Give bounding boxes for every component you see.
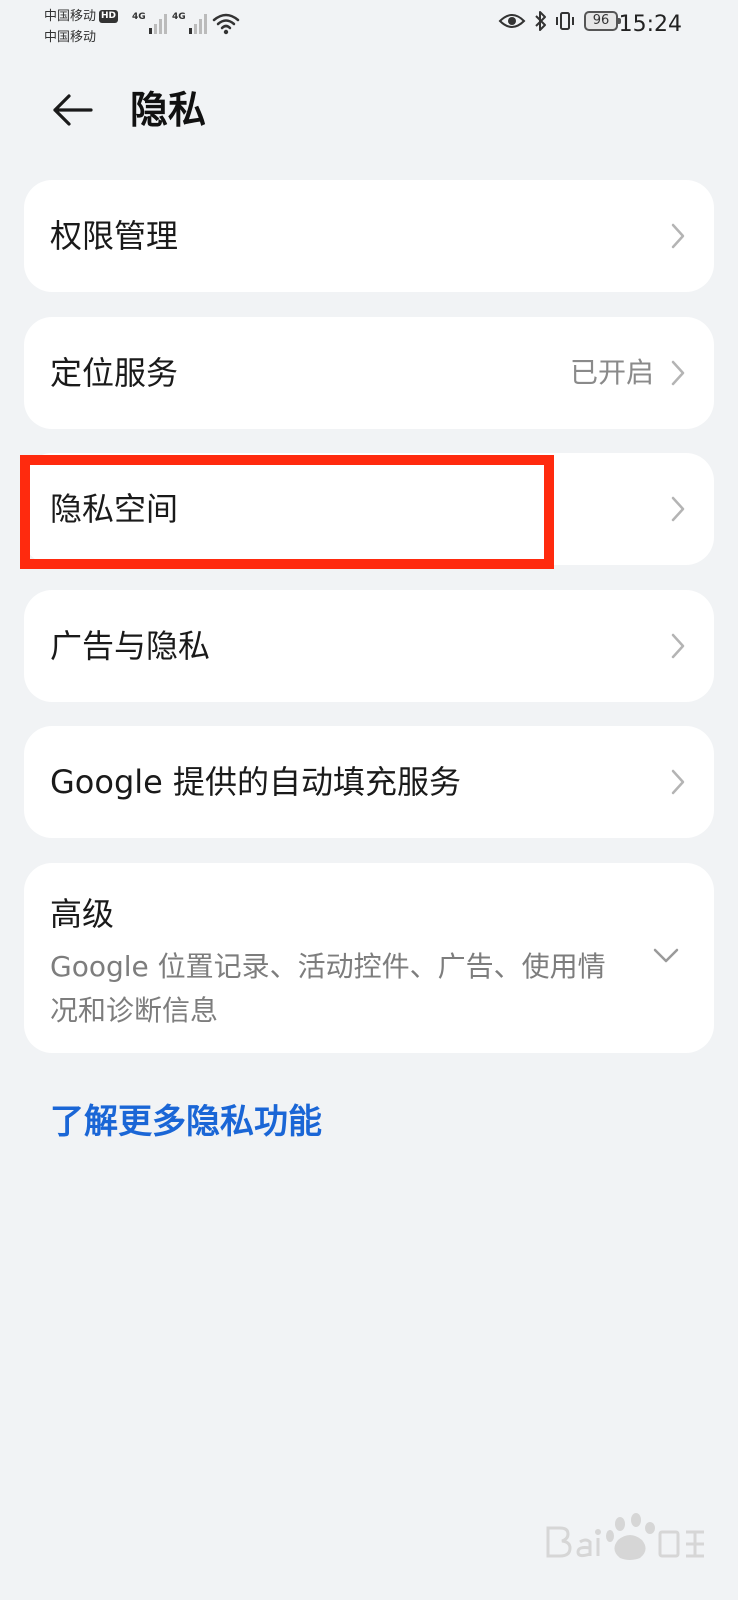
status-bar: 中国移动 HD 中国移动 4G 4G 96 15:24 [0,0,738,60]
private-space-item[interactable]: 隐私空间 [24,453,714,565]
back-arrow-icon [53,94,93,126]
signal-icon: 4G [132,12,167,34]
advanced-item[interactable]: 高级 Google 位置记录、活动控件、广告、使用情况和诊断信息 [24,863,714,1053]
location-services-status: 已开启 [569,356,654,389]
eye-icon [498,11,526,31]
signal-icon-2: 4G [172,12,207,34]
carrier-name-1: 中国移动 [44,9,97,24]
location-services-item[interactable]: 定位服务 已开启 [24,317,714,429]
ads-privacy-item[interactable]: 广告与隐私 [24,590,714,702]
vibrate-icon [554,10,576,32]
chevron-right-icon [671,223,685,249]
chevron-right-icon [671,769,685,795]
learn-more-link[interactable]: 了解更多隐私功能 [50,1096,322,1148]
permission-management-label: 权限管理 [50,217,179,255]
page-title: 隐私 [130,88,207,132]
network-type-1: 4G [132,12,146,22]
carrier-info: 中国移动 HD 中国移动 [44,6,119,48]
location-services-label: 定位服务 [50,354,179,392]
status-time: 15:24 [618,12,682,37]
ads-privacy-label: 广告与隐私 [50,627,211,665]
chevron-right-icon [671,633,685,659]
chevron-right-icon [671,360,685,386]
carrier-name-2: 中国移动 [44,30,97,45]
advanced-label: 高级 [50,895,115,933]
google-autofill-item[interactable]: Google 提供的自动填充服务 [24,726,714,838]
private-space-label: 隐私空间 [50,490,179,528]
chevron-right-icon [671,496,685,522]
google-autofill-label: Google 提供的自动填充服务 [50,763,462,801]
chevron-down-icon [653,948,679,963]
hd-badge: HD [99,10,119,23]
wifi-icon [212,12,240,40]
bluetooth-icon [534,10,548,32]
advanced-description: Google 位置记录、活动控件、广告、使用情况和诊断信息 [50,950,606,1027]
battery-icon: 96 [584,11,621,31]
baidu-watermark-logo [546,1513,704,1560]
permission-management-item[interactable]: 权限管理 [24,180,714,292]
back-button[interactable] [46,84,98,136]
page-header: 隐私 [0,78,738,142]
status-icons: 96 [498,10,621,32]
network-type-2: 4G [172,12,186,22]
